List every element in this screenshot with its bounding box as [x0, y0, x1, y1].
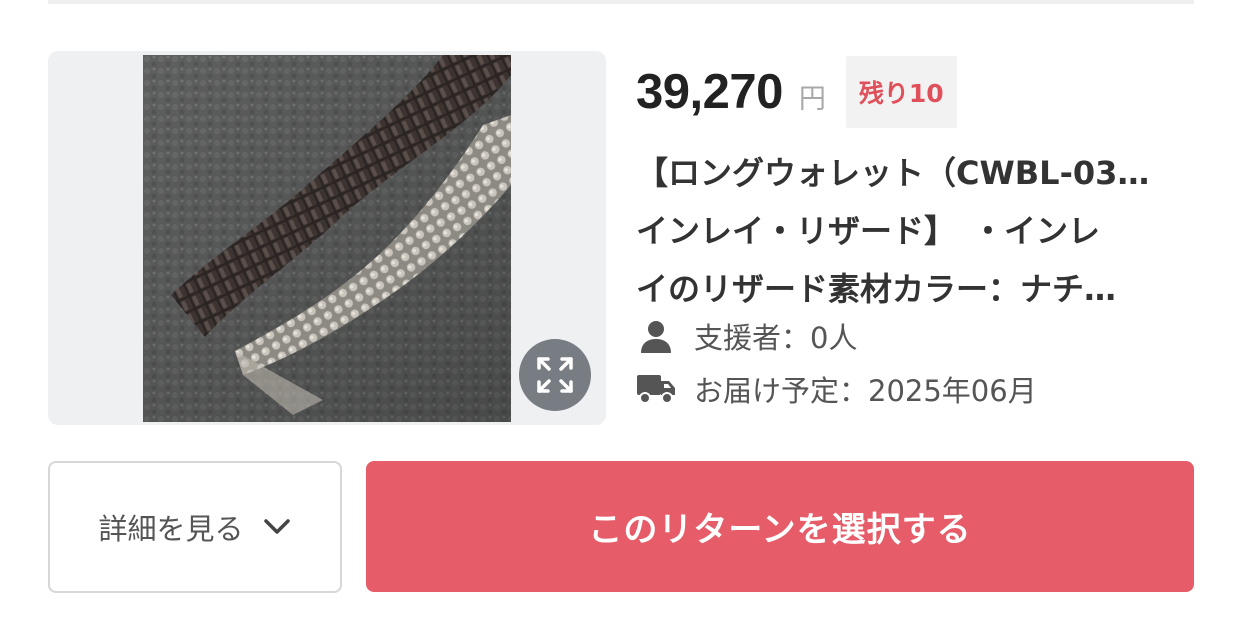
reward-title-line: 【ロングウォレット（CWBL-03…: [636, 154, 1150, 192]
supporters-count: 支援者：0人: [694, 321, 858, 355]
reward-info: 39,270 円 残り10 【ロングウォレット（CWBL-03… インレイ・リザ…: [636, 51, 1196, 425]
person-icon: [636, 316, 676, 356]
view-details-label: 詳細を見る: [98, 512, 244, 546]
reward-thumbnail[interactable]: [48, 51, 606, 425]
stock-badge: 残り10: [845, 56, 957, 128]
delivery-row: お届け予定：2025年06月: [636, 366, 1037, 412]
reward-title-line: インレイ・リザード】 ・インレ: [636, 212, 1101, 250]
top-divider: [48, 0, 1194, 4]
reward-title-line: イのリザード素材カラー：ナチ…: [636, 270, 1117, 308]
expand-icon: [537, 357, 573, 393]
product-image[interactable]: [143, 55, 511, 422]
truck-icon: [636, 369, 676, 409]
delivery-date: お届け予定：2025年06月: [694, 374, 1037, 408]
currency-label: 円: [798, 83, 826, 115]
price-row: 39,270 円 残り10: [636, 56, 957, 128]
reward-card: 39,270 円 残り10 【ロングウォレット（CWBL-03… インレイ・リザ…: [48, 51, 1194, 426]
expand-image-button[interactable]: [519, 339, 591, 411]
view-details-button[interactable]: 詳細を見る: [48, 461, 342, 593]
supporters-row: 支援者：0人: [636, 313, 857, 359]
price: 39,270: [636, 65, 783, 119]
select-reward-button[interactable]: このリターンを選択する: [366, 461, 1194, 592]
reward-title: 【ロングウォレット（CWBL-03… インレイ・リザード】 ・インレ イのリザー…: [636, 144, 1196, 318]
chevron-down-icon: [262, 517, 292, 537]
